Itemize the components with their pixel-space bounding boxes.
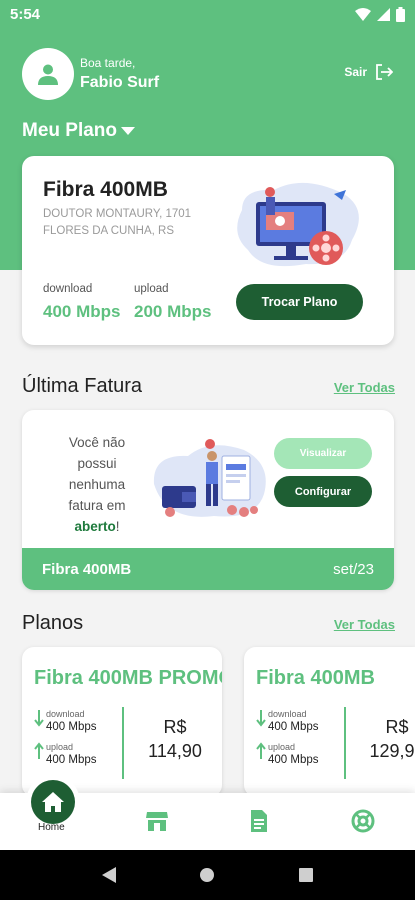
plan-upload-value: 400 Mbps <box>46 754 97 766</box>
signal-icon <box>377 7 390 21</box>
no-invoice-text: Você não possui nenhuma fatura em <box>68 435 126 513</box>
arrow-up-icon <box>34 742 44 759</box>
download-label: download <box>43 283 93 295</box>
store-nav-button[interactable] <box>144 808 170 834</box>
plan-address: DOUTOR MONTAURY, 1701 FLORES DA CUNHA, R… <box>43 206 228 240</box>
invoice-footer: Fibra 400MB set/23 <box>22 548 394 590</box>
invoice-plan-name: Fibra 400MB <box>42 560 132 578</box>
plan-price: R$ 129,90 <box>352 715 415 763</box>
greeting-text: Boa tarde, <box>80 56 136 70</box>
no-invoice-highlight: aberto <box>74 519 116 534</box>
plan-upload-label: upload <box>268 742 296 752</box>
download-value: 400 Mbps <box>43 302 121 321</box>
chevron-down-icon <box>121 127 136 135</box>
upload-value: 200 Mbps <box>134 302 212 321</box>
payment-illustration <box>153 439 266 517</box>
plan-currency: R$ <box>163 717 187 737</box>
plan-card-title: Fibra 400MB <box>256 667 375 689</box>
arrow-up-icon <box>256 742 266 759</box>
avatar[interactable] <box>22 48 74 100</box>
logout-label: Sair <box>344 65 367 79</box>
user-greeting: Boa tarde, Fabio Surf <box>22 48 159 100</box>
status-time: 5:54 <box>10 5 41 23</box>
logout-button[interactable]: Sair <box>344 64 393 80</box>
plan-download-label: download <box>46 709 85 719</box>
wifi-icon <box>355 7 371 21</box>
plan-download-value: 400 Mbps <box>268 721 319 733</box>
user-name: Fabio Surf <box>80 74 160 91</box>
battery-icon <box>396 6 405 22</box>
plan-price: R$ 114,90 <box>130 715 220 763</box>
plan-card[interactable]: Fibra 400MB download 400 Mbps upload 400… <box>244 647 415 797</box>
plan-card-title: Fibra 400MB PROMO <box>34 667 222 689</box>
invoices-nav-button[interactable] <box>246 808 272 834</box>
logout-icon <box>376 64 393 80</box>
address-line2: FLORES DA CUNHA, RS <box>43 225 174 237</box>
plan-upload-label: upload <box>46 742 74 752</box>
invoice-card: Você não possui nenhuma fatura em aberto… <box>22 410 394 590</box>
home-nav-label: Home <box>38 822 65 833</box>
arrow-down-icon <box>34 710 44 727</box>
invoices-see-all-link[interactable]: Ver Todas <box>334 380 395 395</box>
plan-download-value: 400 Mbps <box>46 721 97 733</box>
user-icon <box>38 64 58 85</box>
home-icon <box>42 792 64 812</box>
address-line1: DOUTOR MONTAURY, 1701 <box>43 208 192 220</box>
store-icon <box>146 812 168 831</box>
status-bar: 5:54 <box>0 0 415 28</box>
view-invoice-button[interactable]: Visualizar <box>274 438 372 469</box>
plan-name: Fibra 400MB <box>43 178 168 201</box>
my-plan-dropdown[interactable]: Meu Plano <box>22 120 136 142</box>
no-invoice-end: ! <box>115 519 120 534</box>
configure-invoice-button[interactable]: Configurar <box>274 476 372 507</box>
plan-price-value: 129,90 <box>369 741 415 761</box>
plans-section-title: Planos <box>22 612 84 634</box>
system-nav-bar <box>0 850 415 900</box>
current-plan-card: Fibra 400MB DOUTOR MONTAURY, 1701 FLORES… <box>22 156 394 345</box>
plans-see-all-link[interactable]: Ver Todas <box>334 617 395 632</box>
arrow-down-icon <box>256 710 266 727</box>
change-plan-button[interactable]: Trocar Plano <box>236 284 363 320</box>
streaming-illustration <box>237 182 359 267</box>
plan-divider <box>122 707 124 779</box>
invoice-period: set/23 <box>333 560 374 578</box>
plan-price-value: 114,90 <box>148 741 202 761</box>
lifebuoy-icon <box>351 809 375 833</box>
invoice-section-title: Última Fatura <box>22 375 143 397</box>
support-nav-button[interactable] <box>350 808 376 834</box>
home-circle-icon[interactable] <box>199 867 215 883</box>
home-nav-button[interactable] <box>31 780 75 824</box>
plan-upload-value: 400 Mbps <box>268 754 319 766</box>
document-icon <box>251 810 267 832</box>
plan-download-label: download <box>268 709 307 719</box>
recents-icon[interactable] <box>298 867 314 883</box>
upload-label: upload <box>134 283 169 295</box>
plan-currency: R$ <box>385 717 409 737</box>
plan-divider <box>344 707 346 779</box>
no-invoice-message: Você não possui nenhuma fatura em aberto… <box>52 432 142 537</box>
my-plan-title: Meu Plano <box>22 120 118 141</box>
back-icon[interactable] <box>101 866 117 884</box>
